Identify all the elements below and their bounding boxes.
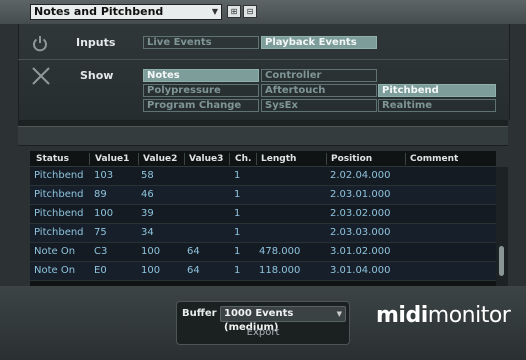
cell-channel: 1 <box>234 227 241 238</box>
show-label: Show <box>80 69 114 82</box>
cell-value2: 46 <box>141 189 154 200</box>
cell-value1: 89 <box>94 189 107 200</box>
cell-value3: 64 <box>187 246 200 257</box>
cell-length: 478.000 <box>259 246 301 257</box>
column-separator[interactable] <box>326 153 327 165</box>
divider <box>18 59 508 60</box>
column-header[interactable]: Comment <box>410 154 458 164</box>
cell-channel: 1 <box>234 265 241 276</box>
divider <box>18 126 508 146</box>
chevron-down-icon: ▼ <box>336 310 342 318</box>
filter-aftertouch[interactable]: Aftertouch <box>261 84 377 97</box>
cell-position: 2.02.04.000 <box>330 170 391 181</box>
column-separator[interactable] <box>184 153 185 165</box>
cell-value1: E0 <box>94 265 107 276</box>
cell-position: 2.03.01.000 <box>330 189 391 200</box>
filter-polypressure[interactable]: Polypressure <box>143 84 259 97</box>
cell-value1: 75 <box>94 227 107 238</box>
filter-playback-events[interactable]: Playback Events <box>261 36 377 49</box>
column-header[interactable]: Value2 <box>143 154 177 164</box>
filter-notes[interactable]: Notes <box>143 69 259 82</box>
column-header[interactable]: Value3 <box>189 154 223 164</box>
cell-value1: 100 <box>94 208 114 219</box>
filter-sysex[interactable]: SysEx <box>261 99 377 112</box>
cell-value2: 100 <box>141 246 161 257</box>
column-separator[interactable] <box>256 153 257 165</box>
filter-live-events[interactable]: Live Events <box>143 36 259 49</box>
chevron-down-icon: ▼ <box>211 7 218 16</box>
cell-value2: 34 <box>141 227 154 238</box>
cell-status: Pitchbend <box>34 189 84 200</box>
column-header[interactable]: Ch. <box>235 154 251 164</box>
buffer-size-select[interactable]: 1000 Events (medium) ▼ <box>220 306 346 333</box>
cell-position: 3.01.02.000 <box>330 246 391 257</box>
preset-selector[interactable]: Notes and Pitchbend ▼ <box>30 4 222 20</box>
cell-value1: C3 <box>94 246 108 257</box>
cell-value2: 58 <box>141 170 154 181</box>
inputs-label: Inputs <box>76 36 116 49</box>
export-button[interactable]: Export <box>176 327 350 338</box>
cell-channel: 1 <box>234 189 241 200</box>
cell-value1: 103 <box>94 170 114 181</box>
cell-channel: 1 <box>234 246 241 257</box>
cell-position: 2.03.03.000 <box>330 227 391 238</box>
column-separator[interactable] <box>89 153 90 165</box>
column-separator[interactable] <box>229 153 230 165</box>
brand-logo: midimonitor <box>376 303 511 328</box>
remove-preset-icon[interactable]: ⊟ <box>243 5 257 18</box>
cell-position: 3.01.04.000 <box>330 265 391 276</box>
cell-status: Pitchbend <box>34 227 84 238</box>
filter-realtime[interactable]: Realtime <box>378 99 496 112</box>
cell-length: 118.000 <box>259 265 301 276</box>
filter-pitchbend[interactable]: Pitchbend <box>378 84 496 97</box>
close-icon[interactable] <box>31 66 51 86</box>
cell-status: Pitchbend <box>34 208 84 219</box>
filter-program-change[interactable]: Program Change <box>143 99 259 112</box>
cell-status: Pitchbend <box>34 170 84 181</box>
preset-name: Notes and Pitchbend <box>34 5 164 18</box>
filter-controller[interactable]: Controller <box>261 69 377 82</box>
cell-value2: 39 <box>141 208 154 219</box>
cell-value2: 100 <box>141 265 161 276</box>
column-header[interactable]: Length <box>261 154 296 164</box>
brand-bold: midi <box>376 303 428 328</box>
cell-status: Note On <box>34 246 76 257</box>
brand-light: monitor <box>427 303 511 328</box>
cell-position: 2.03.02.000 <box>330 208 391 219</box>
store-preset-icon[interactable]: ⊞ <box>227 5 241 18</box>
buffer-label: Buffer <box>182 308 217 319</box>
cell-channel: 1 <box>234 170 241 181</box>
cell-channel: 1 <box>234 208 241 219</box>
cell-value3: 64 <box>187 265 200 276</box>
column-separator[interactable] <box>138 153 139 165</box>
power-icon[interactable] <box>30 34 50 54</box>
cell-status: Note On <box>34 265 76 276</box>
column-header[interactable]: Position <box>331 154 372 164</box>
column-header[interactable]: Status <box>36 154 69 164</box>
column-separator[interactable] <box>405 153 406 165</box>
scrollbar-thumb[interactable] <box>499 246 504 276</box>
column-header[interactable]: Value1 <box>95 154 129 164</box>
